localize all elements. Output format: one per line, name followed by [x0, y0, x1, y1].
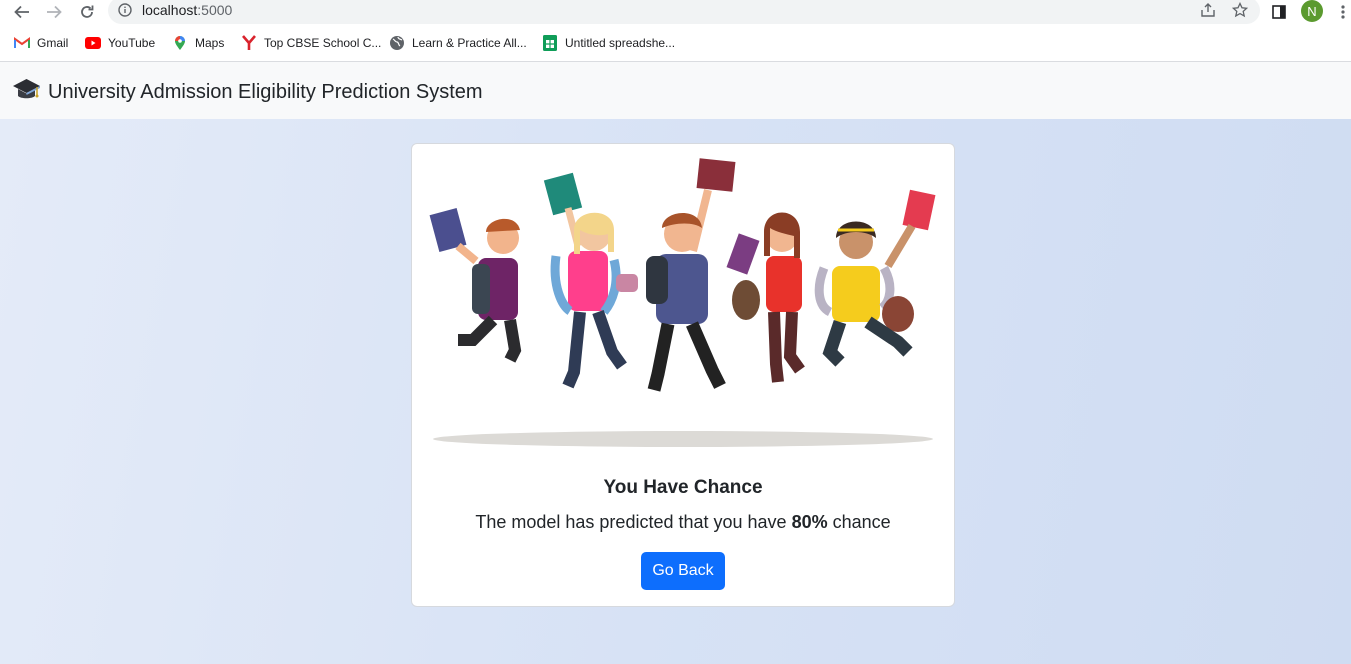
bookmark-label: Top CBSE School C... — [264, 36, 382, 50]
forward-arrow-icon[interactable] — [43, 1, 65, 23]
graduation-cap-icon — [12, 77, 41, 108]
bookmark-spreadsheet[interactable]: Untitled spreadshe... — [542, 34, 675, 52]
result-text-prefix: The model has predicted that you have — [475, 512, 792, 532]
back-arrow-icon[interactable] — [11, 1, 33, 23]
browser-toolbar: localhost:5000 N — [0, 0, 1351, 25]
url-text: localhost:5000 — [142, 2, 232, 18]
celebrating-students-illustration — [429, 158, 936, 447]
navbar-brand[interactable]: University Admission Eligibility Predict… — [12, 77, 483, 108]
main-content: You Have Chance The model has predicted … — [0, 119, 1351, 664]
bookmark-label: Gmail — [37, 36, 69, 50]
bookmark-label: Untitled spreadshe... — [565, 36, 676, 50]
bookmark-label: YouTube — [108, 36, 156, 50]
side-panel-icon[interactable] — [1268, 1, 1290, 23]
result-message: The model has predicted that you have 80… — [412, 512, 954, 533]
go-back-button[interactable]: Go Back — [641, 552, 725, 590]
bookmarks-bar: Gmail YouTube Maps Top CBSE School C... … — [0, 25, 1351, 62]
bookmark-label: Learn & Practice All... — [412, 36, 527, 50]
url-host: localhost — [142, 2, 198, 18]
bookmark-gmail[interactable]: Gmail — [14, 34, 68, 52]
y-logo-icon — [241, 35, 257, 51]
address-bar[interactable]: localhost:5000 — [108, 0, 1260, 24]
bookmark-maps[interactable]: Maps — [172, 34, 224, 52]
site-info-icon[interactable] — [118, 3, 132, 22]
gmail-icon — [14, 35, 30, 51]
url-port: :5000 — [197, 2, 233, 18]
result-card: You Have Chance The model has predicted … — [411, 143, 955, 607]
sheets-icon — [542, 35, 558, 51]
youtube-icon — [85, 35, 101, 51]
bookmark-star-icon[interactable] — [1230, 0, 1250, 20]
bookmark-label: Maps — [195, 36, 225, 50]
profile-avatar[interactable]: N — [1301, 0, 1323, 22]
result-percentage: 80% — [791, 512, 828, 532]
profile-initial: N — [1307, 3, 1317, 19]
app-navbar: University Admission Eligibility Predict… — [0, 62, 1351, 119]
bookmark-youtube[interactable]: YouTube — [85, 34, 155, 52]
bookmark-top-cbse[interactable]: Top CBSE School C... — [241, 34, 381, 52]
result-text-suffix: chance — [827, 512, 891, 532]
globe-icon — [389, 35, 405, 51]
bookmark-learn-practice[interactable]: Learn & Practice All... — [389, 34, 527, 52]
result-heading: You Have Chance — [603, 477, 763, 498]
share-icon[interactable] — [1198, 0, 1218, 20]
more-menu-icon[interactable] — [1336, 2, 1350, 22]
app-title: University Admission Eligibility Predict… — [48, 81, 483, 103]
reload-icon[interactable] — [76, 1, 98, 23]
maps-icon — [172, 35, 188, 51]
